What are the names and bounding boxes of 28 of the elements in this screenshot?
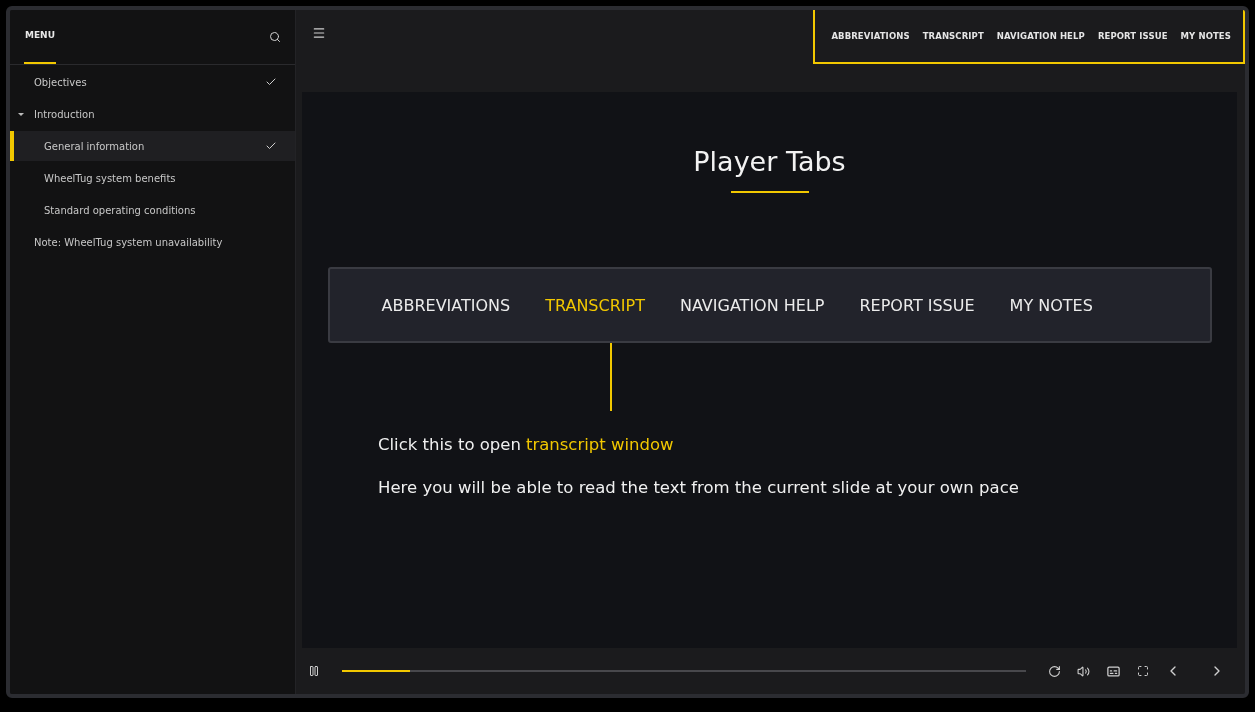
menu-title: MENU — [24, 10, 56, 64]
player-tab[interactable]: TRANSCRIPT — [922, 31, 984, 41]
callout-highlight: transcript window — [525, 435, 674, 454]
menu-item[interactable]: WheelTug system benefits — [10, 163, 295, 193]
menu-item[interactable]: Standard operating conditions — [10, 195, 295, 225]
tab-label: MY NOTES — [1009, 295, 1093, 315]
tab-label: REPORT ISSUE — [859, 295, 975, 315]
pause-icon[interactable] — [308, 665, 320, 677]
volume-icon[interactable] — [1077, 664, 1090, 678]
callout-text: Click this to open — [378, 435, 521, 454]
player-tab[interactable]: ABBREVIATIONS — [831, 31, 910, 41]
tab-label: ABBREVIATIONS — [381, 295, 511, 315]
player-tab[interactable]: MY NOTES — [1180, 31, 1231, 41]
menu-item[interactable]: Introduction — [10, 99, 295, 129]
replay-icon[interactable] — [1048, 664, 1061, 678]
menu-item[interactable]: General information — [10, 131, 295, 161]
captions-icon[interactable] — [1106, 663, 1121, 679]
player-tab[interactable]: NAVIGATION HELP — [996, 31, 1085, 41]
tab-label: TRANSCRIPT — [545, 295, 645, 315]
slide-title: Player Tabs — [693, 146, 846, 177]
menu-item[interactable]: Objectives — [10, 67, 295, 97]
tab-label: NAVIGATION HELP — [679, 295, 825, 315]
menu-icon[interactable] — [312, 26, 326, 40]
description-text: Here you will be able to read the text from the current slide at your own pace — [378, 478, 1019, 497]
player-tab[interactable]: REPORT ISSUE — [1097, 31, 1168, 41]
menu-item[interactable]: Note: WheelTug system unavailability — [10, 227, 295, 257]
search-icon[interactable] — [269, 31, 281, 43]
fullscreen-icon[interactable] — [1137, 665, 1149, 677]
